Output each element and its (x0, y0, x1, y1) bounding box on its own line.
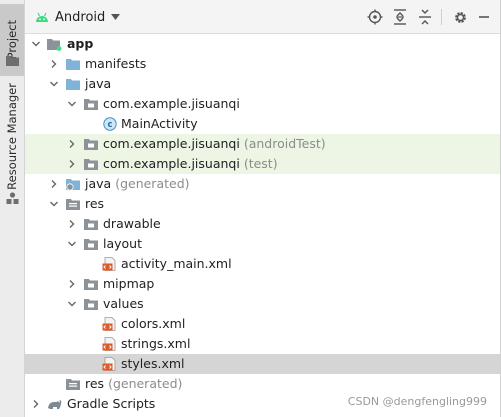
tree-label: activity_main.xml (121, 256, 232, 271)
xml-file-icon (102, 257, 116, 271)
tree-label: java (generated) (85, 176, 190, 191)
chevron-right-icon[interactable] (48, 58, 60, 70)
gear-icon (454, 11, 466, 23)
svg-text:c: c (107, 120, 112, 130)
settings-button[interactable] (451, 8, 469, 26)
chevron-right-icon[interactable] (30, 398, 42, 410)
tree-row-res[interactable]: res (25, 194, 500, 214)
xml-file-icon (102, 357, 116, 371)
tree-label: res (generated) (85, 376, 183, 391)
tree-row-colors-xml[interactable]: colors.xml (25, 314, 500, 334)
tree-label: app (67, 36, 94, 51)
tool-window-strip: Project Resource Manager (0, 0, 25, 417)
source-folder-icon (66, 79, 80, 90)
expand-all-button[interactable] (391, 8, 409, 26)
tree-label: mipmap (103, 276, 155, 291)
expand-all-icon (394, 9, 406, 25)
view-mode-selector[interactable]: Android (35, 8, 121, 26)
view-mode-label: Android (55, 9, 106, 25)
tree-label: colors.xml (121, 316, 186, 331)
project-tree[interactable]: app manifests java com.example.jisuanqi … (25, 34, 500, 417)
chevron-down-icon[interactable] (66, 298, 78, 310)
chevron-down-icon[interactable] (48, 198, 60, 210)
tree-row-java-generated[interactable]: java (generated) (25, 174, 500, 194)
tree-label-suffix: (generated) (108, 376, 183, 391)
tree-row-manifests[interactable]: manifests (25, 54, 500, 74)
tree-row-package-android-test[interactable]: com.example.jisuanqi (androidTest) (25, 134, 500, 154)
folder-icon (6, 56, 19, 66)
res-folder-icon (66, 379, 80, 390)
tree-row-activity-main-xml[interactable]: activity_main.xml (25, 254, 500, 274)
collapse-all-button[interactable] (416, 8, 434, 26)
resource-manager-tab[interactable]: Resource Manager (0, 82, 24, 190)
tree-row-layout[interactable]: layout (25, 234, 500, 254)
tree-row-package-test[interactable]: com.example.jisuanqi (test) (25, 154, 500, 174)
gradle-icon (48, 400, 62, 409)
tree-row-drawable[interactable]: drawable (25, 214, 500, 234)
tree-row-values[interactable]: values (25, 294, 500, 314)
package-icon (84, 139, 98, 150)
tree-label: styles.xml (121, 356, 185, 371)
minimize-icon (479, 16, 489, 18)
package-icon (84, 239, 98, 250)
tree-label-suffix: (generated) (115, 176, 190, 191)
tree-row-mipmap[interactable]: mipmap (25, 274, 500, 294)
toolbar-divider (441, 9, 442, 25)
chevron-right-icon[interactable] (66, 158, 78, 170)
tree-row-java[interactable]: java (25, 74, 500, 94)
xml-file-icon (102, 337, 116, 351)
tree-label: strings.xml (121, 336, 191, 351)
chevron-down-icon[interactable] (66, 238, 78, 250)
tree-label: com.example.jisuanqi (test) (103, 156, 278, 171)
tree-label: values (103, 296, 144, 311)
package-icon (84, 299, 98, 310)
project-toolbar: Android (25, 0, 501, 34)
tree-label: res (85, 196, 105, 211)
chevron-down-icon[interactable] (48, 78, 60, 90)
chevron-down-icon[interactable] (30, 38, 42, 50)
minimize-button[interactable] (475, 8, 493, 26)
module-folder-icon (47, 39, 62, 51)
package-icon (84, 219, 98, 230)
tree-row-main-activity[interactable]: c MainActivity (25, 114, 500, 134)
tree-row-strings-xml[interactable]: strings.xml (25, 334, 500, 354)
project-tab-label: Project (5, 20, 19, 60)
tree-label-suffix: (test) (243, 156, 278, 171)
resource-manager-tab-label: Resource Manager (5, 82, 19, 190)
tree-row-res-generated[interactable]: res (generated) (25, 374, 500, 394)
folder-icon (66, 59, 80, 70)
tree-label: layout (103, 236, 143, 251)
tree-row-package[interactable]: com.example.jisuanqi (25, 94, 500, 114)
watermark: CSDN @dengfengling999 (347, 395, 487, 408)
chevron-down-icon[interactable] (66, 98, 78, 110)
android-icon (36, 12, 48, 22)
res-folder-icon (66, 199, 80, 210)
tree-row-styles-xml[interactable]: styles.xml (25, 354, 500, 374)
tree-label: MainActivity (121, 116, 198, 131)
locate-file-button[interactable] (366, 8, 384, 26)
collapse-all-icon (419, 9, 431, 25)
generated-folder-icon (66, 179, 80, 191)
tree-label: drawable (103, 216, 161, 231)
chevron-down-icon (111, 14, 121, 20)
tree-row-app[interactable]: app (25, 34, 500, 54)
crosshair-icon (367, 9, 383, 25)
tree-label: Gradle Scripts (67, 396, 156, 411)
tree-label-suffix: (androidTest) (243, 136, 326, 151)
chevron-right-icon[interactable] (66, 138, 78, 150)
tree-label: com.example.jisuanqi (103, 96, 240, 111)
package-icon (84, 159, 98, 170)
package-icon (84, 99, 98, 110)
chevron-right-icon[interactable] (66, 218, 78, 230)
tree-label: java (85, 76, 112, 91)
chevron-right-icon[interactable] (66, 278, 78, 290)
resource-manager-icon (6, 192, 19, 204)
class-icon: c (103, 117, 117, 131)
package-icon (84, 279, 98, 290)
tree-label: manifests (85, 56, 147, 71)
chevron-right-icon[interactable] (48, 178, 60, 190)
xml-file-icon (102, 317, 116, 331)
tree-label: com.example.jisuanqi (androidTest) (103, 136, 326, 151)
